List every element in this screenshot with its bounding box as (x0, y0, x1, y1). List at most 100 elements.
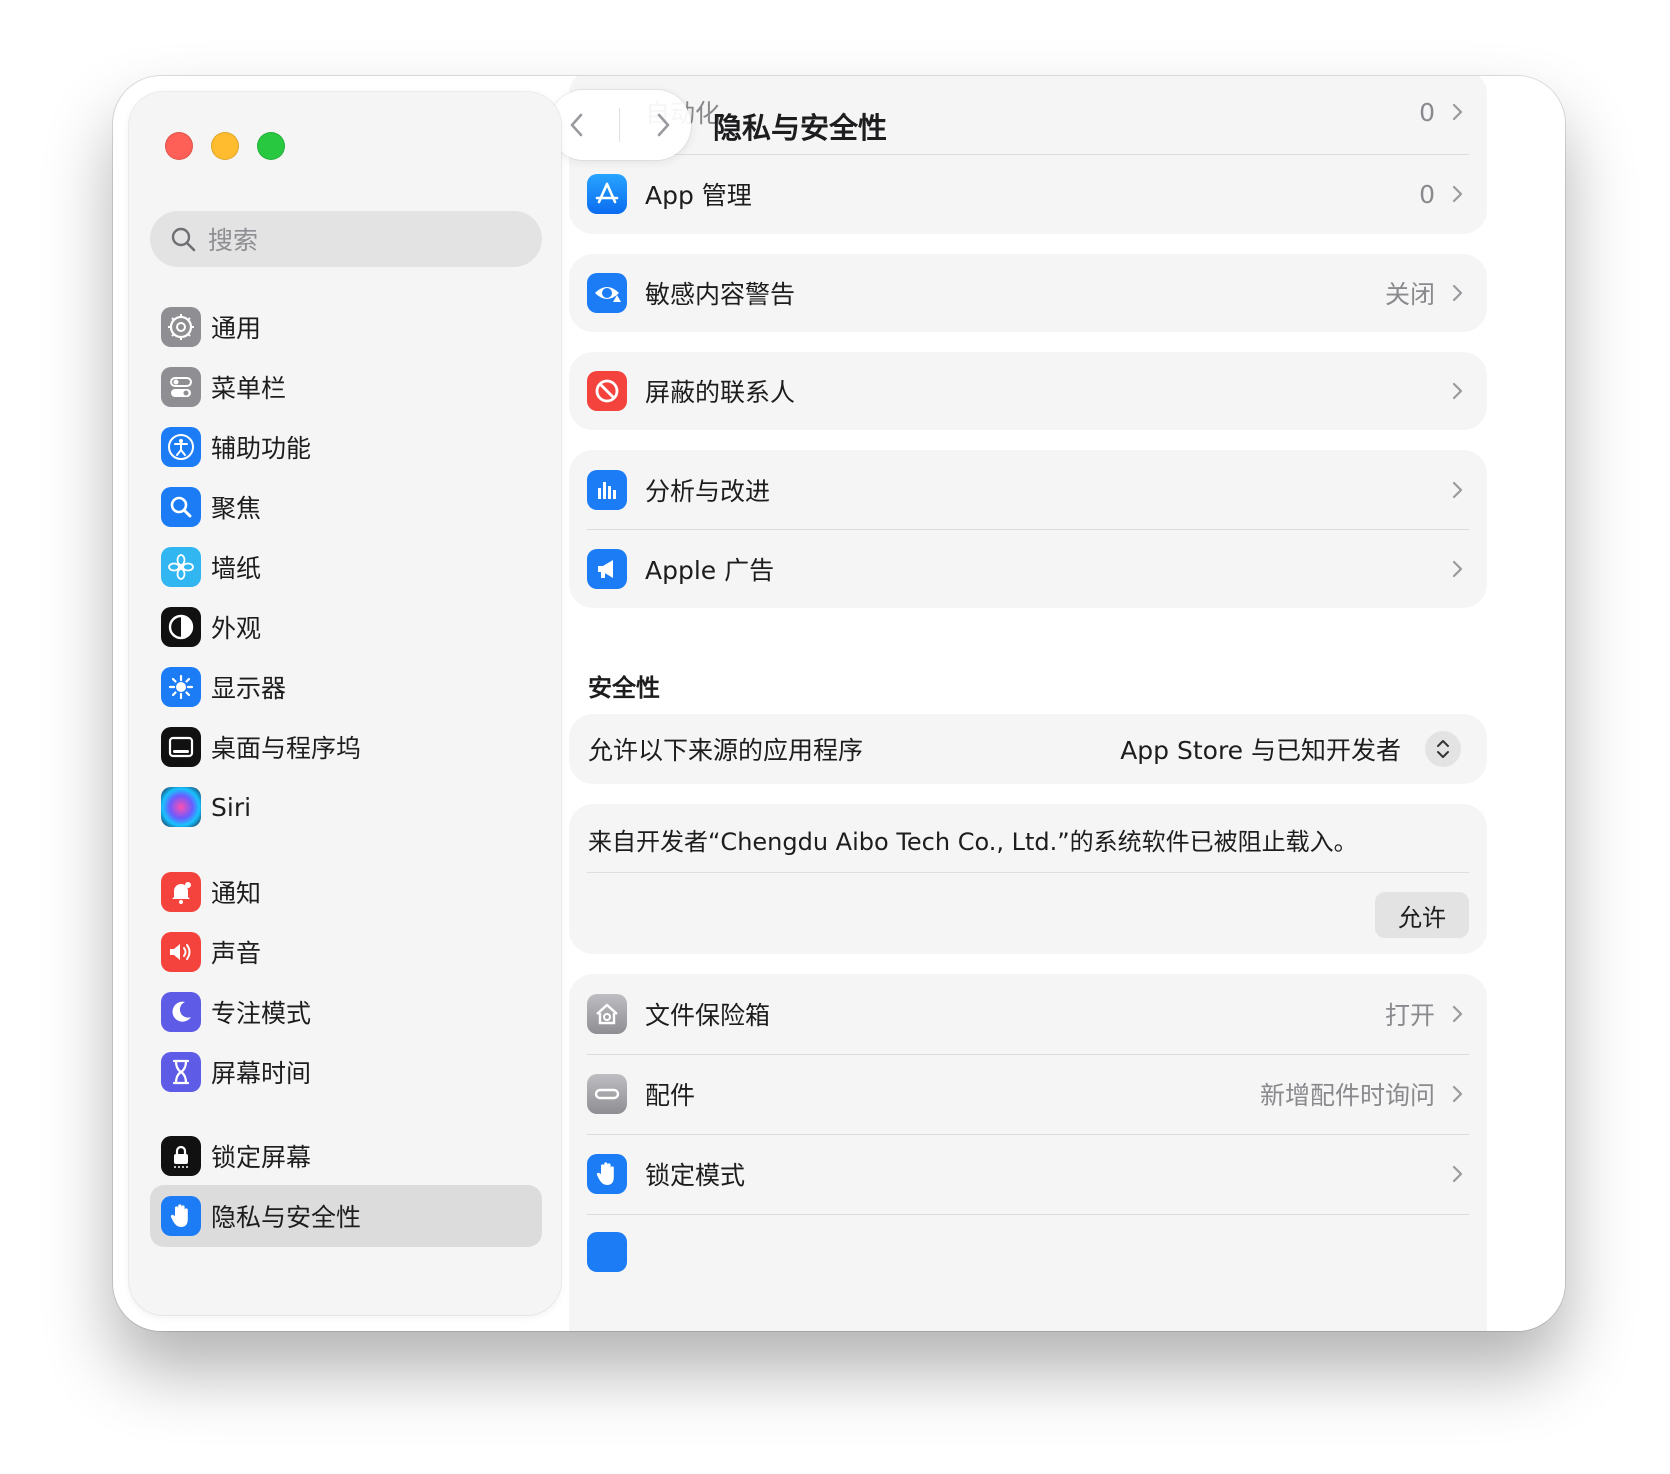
row-sensitive-content-value: 关闭 (1384, 280, 1435, 309)
chevron-right-icon (1452, 1005, 1463, 1023)
lock-icon (161, 1136, 201, 1176)
row-app-management-value: 0 (1419, 179, 1435, 209)
row-automation[interactable]: 自动化 0 (569, 76, 1487, 154)
sidebar: 搜索 通用 菜单栏 辅助功能 聚焦 墙纸 外观 显示器 桌面与程序坞 Siri … (129, 92, 561, 1315)
sidebar-item-label: 锁定屏幕 (211, 1143, 312, 1172)
allow-button[interactable]: 允许 (1375, 892, 1469, 938)
gear-icon (161, 307, 201, 347)
sidebar-item-label: 辅助功能 (211, 434, 312, 463)
sidebar-item-focus[interactable]: 专注模式 (150, 981, 542, 1043)
row-allow-apps[interactable]: 允许以下来源的应用程序 App Store 与已知开发者 (569, 714, 1487, 784)
dock-icon (161, 727, 201, 767)
sidebar-item-sound[interactable]: 声音 (150, 921, 542, 983)
row-automation-value: 0 (1419, 97, 1435, 127)
sidebar-item-label: 外观 (211, 614, 262, 643)
chevron-right-icon (1452, 1085, 1463, 1103)
search-input[interactable]: 搜索 (150, 211, 542, 267)
blocked-software-message: 来自开发者“Chengdu Aibo Tech Co., Ltd.”的系统软件已… (588, 828, 1358, 856)
sidebar-item-label: 通知 (211, 879, 262, 908)
sidebar-item-label: 声音 (211, 939, 262, 968)
sidebar-item-label: 屏幕时间 (211, 1059, 312, 1088)
chevron-right-icon (1452, 284, 1463, 302)
sidebar-item-screen-time[interactable]: 屏幕时间 (150, 1041, 542, 1103)
row-apple-ads-label: Apple 广告 (645, 555, 775, 585)
toggles-icon (161, 367, 201, 407)
row-analytics[interactable]: 分析与改进 (569, 450, 1487, 529)
card-blocked-contacts: 屏蔽的联系人 (569, 352, 1487, 430)
back-chevron-icon[interactable] (564, 110, 590, 140)
minimize-button[interactable] (211, 132, 239, 160)
row-accessories[interactable]: 配件 新增配件时询问 (569, 1054, 1487, 1134)
sidebar-item-notifications[interactable]: 通知 (150, 861, 542, 923)
magnifier-icon (161, 487, 201, 527)
row-filevault-label: 文件保险箱 (645, 1001, 771, 1030)
bell-icon (161, 872, 201, 912)
row-sensitive-content[interactable]: 敏感内容警告 关闭 (569, 254, 1487, 332)
app-store-icon (587, 174, 627, 214)
card-analytics: 分析与改进 Apple 广告 (569, 450, 1487, 608)
card-permissions: 自动化 0 App 管理 0 (569, 76, 1487, 234)
flower-icon (161, 547, 201, 587)
row-app-management-label: App 管理 (645, 181, 752, 210)
row-filevault[interactable]: 文件保险箱 打开 (569, 974, 1487, 1054)
accessibility-icon (161, 427, 201, 467)
card-security-options: 文件保险箱 打开 配件 新增配件时询问 锁定模式 (569, 974, 1487, 1331)
sidebar-item-appearance[interactable]: 外观 (150, 596, 542, 658)
row-lockdown-mode-label: 锁定模式 (645, 1161, 746, 1190)
sidebar-item-label: 聚焦 (211, 494, 262, 523)
speaker-icon (161, 932, 201, 972)
navigation-pill (549, 90, 691, 160)
chevron-right-icon (1452, 103, 1463, 121)
hourglass-icon (161, 1052, 201, 1092)
row-blocked-contacts[interactable]: 屏蔽的联系人 (569, 352, 1487, 430)
card-blocked-software: 来自开发者“Chengdu Aibo Tech Co., Ltd.”的系统软件已… (569, 804, 1487, 954)
row-accessories-value: 新增配件时询问 (1259, 1081, 1435, 1110)
page-title: 隐私与安全性 (713, 111, 888, 145)
close-button[interactable] (165, 132, 193, 160)
house-safe-icon (587, 994, 627, 1034)
moon-icon (161, 992, 201, 1032)
sidebar-item-label: 通用 (211, 314, 262, 343)
chevron-right-icon (1452, 185, 1463, 203)
bar-chart-icon (587, 469, 627, 510)
sidebar-item-wallpaper[interactable]: 墙纸 (150, 536, 542, 598)
chevron-right-icon (1452, 1165, 1463, 1183)
sidebar-item-general[interactable]: 通用 (150, 296, 542, 358)
blocked-icon (587, 371, 627, 411)
partial-row-icon (587, 1232, 627, 1272)
sidebar-item-menu-bar[interactable]: 菜单栏 (150, 356, 542, 418)
sidebar-item-lock-screen[interactable]: 锁定屏幕 (150, 1125, 542, 1187)
appearance-icon (161, 607, 201, 647)
sidebar-item-spotlight[interactable]: 聚焦 (150, 476, 542, 538)
sidebar-item-label: 隐私与安全性 (211, 1203, 362, 1232)
sidebar-item-privacy-security[interactable]: 隐私与安全性 (150, 1185, 542, 1247)
sidebar-item-accessibility[interactable]: 辅助功能 (150, 416, 542, 478)
sidebar-item-label: 墙纸 (211, 554, 262, 583)
row-app-management[interactable]: App 管理 0 (569, 154, 1487, 234)
card-sensitive: 敏感内容警告 关闭 (569, 254, 1487, 332)
sidebar-item-label: 显示器 (211, 674, 287, 703)
row-apple-ads[interactable]: Apple 广告 (569, 529, 1487, 608)
row-filevault-value: 打开 (1384, 1001, 1435, 1030)
hand-icon (161, 1196, 201, 1236)
forward-chevron-icon[interactable] (650, 110, 676, 140)
sun-icon (161, 667, 201, 707)
section-title-security: 安全性 (588, 674, 660, 702)
allow-apps-select[interactable]: App Store 与已知开发者 (1120, 731, 1401, 767)
sidebar-item-label: 桌面与程序坞 (211, 734, 362, 763)
card-allow-apps: 允许以下来源的应用程序 App Store 与已知开发者 (569, 714, 1487, 784)
search-placeholder: 搜索 (208, 226, 259, 255)
up-down-arrows-icon[interactable] (1425, 731, 1461, 767)
megaphone-icon (587, 548, 627, 589)
sidebar-item-label: 专注模式 (211, 999, 312, 1028)
sidebar-item-displays[interactable]: 显示器 (150, 656, 542, 718)
row-accessories-label: 配件 (645, 1081, 696, 1110)
sidebar-item-siri[interactable]: Siri (150, 776, 542, 838)
sidebar-item-label: 菜单栏 (211, 374, 287, 403)
chevron-right-icon (1452, 560, 1463, 577)
zoom-button[interactable] (257, 132, 285, 160)
hand-icon (587, 1154, 627, 1194)
search-icon (171, 227, 196, 252)
row-lockdown-mode[interactable]: 锁定模式 (569, 1134, 1487, 1214)
sidebar-item-desktop-dock[interactable]: 桌面与程序坞 (150, 716, 542, 778)
